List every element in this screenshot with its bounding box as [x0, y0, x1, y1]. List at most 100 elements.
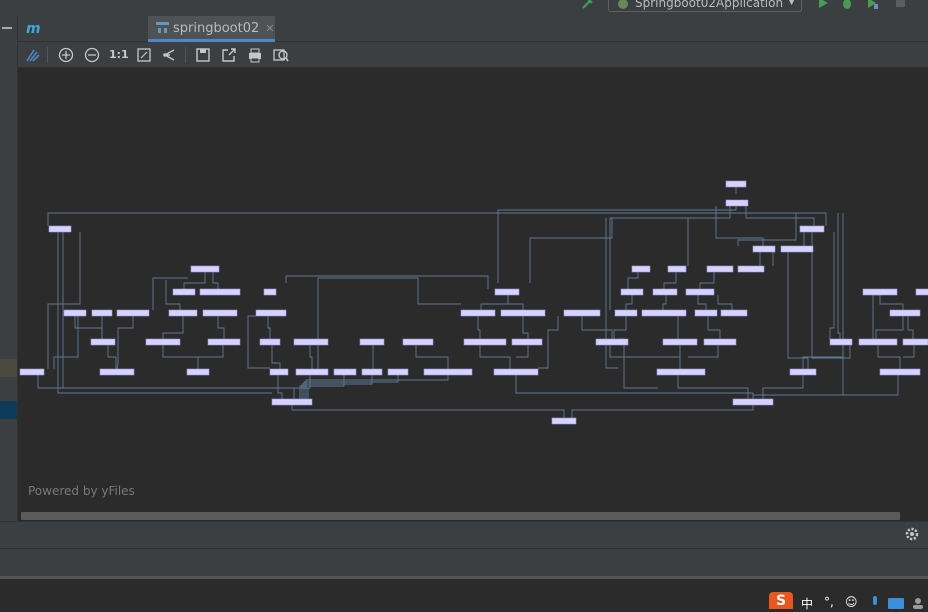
dependency-node[interactable]: [145, 338, 181, 346]
dependency-node[interactable]: [652, 288, 678, 296]
dependency-node[interactable]: [463, 338, 507, 346]
dependency-node[interactable]: [511, 338, 543, 346]
dependency-node[interactable]: [858, 338, 898, 346]
dependency-node[interactable]: [199, 288, 241, 296]
dependency-node[interactable]: [207, 338, 241, 346]
dependency-graph[interactable]: [18, 68, 928, 521]
print-preview-icon[interactable]: [272, 46, 290, 64]
dependency-node[interactable]: [902, 338, 928, 346]
ime-chinese-mode[interactable]: 中: [801, 595, 813, 612]
run-icon[interactable]: [816, 0, 830, 10]
dependency-node[interactable]: [752, 245, 776, 253]
dependency-node[interactable]: [879, 368, 921, 376]
dependency-node[interactable]: [595, 338, 629, 346]
dependency-node[interactable]: [99, 368, 135, 376]
save-icon[interactable]: [194, 46, 212, 64]
dependency-node[interactable]: [90, 338, 116, 346]
dependency-node[interactable]: [168, 309, 198, 317]
close-icon[interactable]: ✕: [265, 22, 274, 35]
dependency-node[interactable]: [829, 338, 853, 346]
dependency-node[interactable]: [737, 265, 765, 273]
fit-content-icon[interactable]: [135, 46, 153, 64]
dependency-node[interactable]: [614, 309, 638, 317]
dependency-node[interactable]: [889, 309, 921, 317]
dependency-node[interactable]: [259, 338, 281, 346]
dependency-node[interactable]: [551, 417, 577, 425]
dependency-node[interactable]: [662, 338, 698, 346]
dependency-node[interactable]: [620, 288, 644, 296]
dependency-node[interactable]: [402, 338, 434, 346]
dependency-node[interactable]: [269, 368, 289, 376]
dependency-node[interactable]: [694, 309, 718, 317]
dependency-node[interactable]: [48, 225, 72, 233]
dependency-edge: [571, 405, 754, 418]
dependency-node[interactable]: [293, 338, 329, 346]
keyboard-icon[interactable]: [888, 598, 904, 609]
dependency-node[interactable]: [494, 288, 520, 296]
actual-size-button[interactable]: 1:1: [109, 46, 129, 64]
horizontal-scrollbar[interactable]: [21, 512, 900, 520]
dependency-node[interactable]: [789, 368, 817, 376]
zoom-in-icon[interactable]: [57, 46, 75, 64]
mic-icon[interactable]: [870, 596, 880, 609]
dependency-node[interactable]: [641, 309, 687, 317]
dependency-node[interactable]: [63, 309, 87, 317]
dependency-node[interactable]: [706, 265, 734, 273]
dependency-edge: [903, 345, 915, 358]
build-hammer-icon[interactable]: [581, 0, 595, 10]
dependency-node[interactable]: [862, 288, 898, 296]
dependency-node[interactable]: [500, 309, 546, 317]
run-config-selector[interactable]: Springboot02Application ▼: [608, 0, 802, 12]
dependency-node[interactable]: [295, 368, 329, 376]
dependency-node[interactable]: [685, 288, 715, 296]
dependency-node[interactable]: [703, 338, 737, 346]
dependency-node[interactable]: [359, 338, 385, 346]
dependency-node[interactable]: [725, 180, 747, 188]
dependency-node[interactable]: [720, 309, 748, 317]
export-icon[interactable]: [220, 46, 238, 64]
dependency-node[interactable]: [172, 288, 196, 296]
debug-icon[interactable]: [840, 0, 854, 10]
gear-icon[interactable]: [904, 526, 920, 542]
dependency-node[interactable]: [799, 225, 825, 233]
dependency-node[interactable]: [656, 368, 706, 376]
dependency-node[interactable]: [631, 265, 651, 273]
dependency-node[interactable]: [361, 368, 383, 376]
layout-tree-icon[interactable]: [161, 46, 179, 64]
dependency-node[interactable]: [271, 398, 313, 406]
dependency-node[interactable]: [460, 309, 496, 317]
dependency-node[interactable]: [91, 309, 113, 317]
user-icon[interactable]: [912, 597, 924, 609]
ime-logo[interactable]: S: [769, 592, 793, 609]
dependency-node[interactable]: [19, 368, 45, 376]
dependency-edge: [212, 272, 219, 289]
diagram-canvas[interactable]: Powered by yFiles: [18, 68, 928, 521]
dependency-node[interactable]: [563, 309, 601, 317]
dependency-node[interactable]: [190, 265, 220, 273]
stop-icon[interactable]: [893, 0, 907, 10]
dependency-node[interactable]: [423, 368, 473, 376]
dependency-node[interactable]: [725, 199, 749, 207]
dependency-node[interactable]: [493, 368, 539, 376]
dependency-node[interactable]: [116, 309, 150, 317]
dependency-edge: [707, 316, 721, 339]
zoom-out-icon[interactable]: [83, 46, 101, 64]
dependency-node[interactable]: [186, 368, 210, 376]
dependency-node[interactable]: [263, 288, 277, 296]
dependency-node[interactable]: [333, 368, 357, 376]
layout-icon[interactable]: [24, 46, 42, 64]
dependency-node[interactable]: [202, 309, 238, 317]
dependency-node[interactable]: [780, 245, 814, 253]
dependency-node[interactable]: [732, 398, 774, 406]
ime-punctuation[interactable]: °,: [824, 595, 834, 609]
minimize-icon[interactable]: [2, 27, 12, 29]
tab-diagram-springboot02[interactable]: springboot02 ✕: [148, 16, 275, 42]
dependency-node[interactable]: [255, 309, 287, 317]
tab-maven-springboot02[interactable]: mspringboot02✕: [26, 16, 146, 63]
coverage-icon[interactable]: [865, 0, 879, 10]
dependency-node[interactable]: [915, 288, 928, 296]
emoji-icon[interactable]: ☺: [845, 595, 858, 609]
print-icon[interactable]: [246, 46, 264, 64]
dependency-node[interactable]: [387, 368, 409, 376]
dependency-node[interactable]: [667, 265, 687, 273]
